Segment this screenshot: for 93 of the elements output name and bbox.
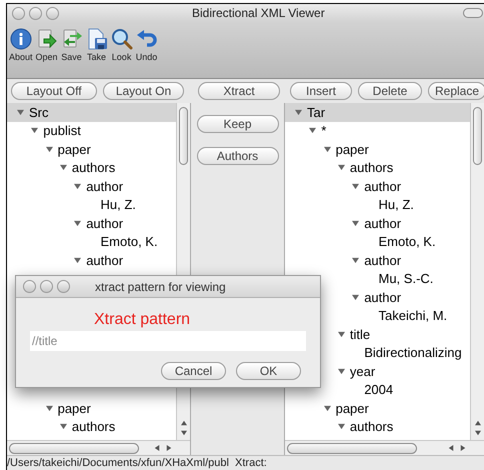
disclosure-triangle-icon[interactable]: [324, 146, 331, 153]
toolbar-button[interactable]: Open: [36, 28, 58, 62]
tree-node-label[interactable]: title: [350, 324, 370, 344]
tree-node-label[interactable]: author: [86, 176, 124, 196]
disclosure-triangle-icon[interactable]: [31, 127, 38, 134]
scroll-right-arrow-icon[interactable]: [460, 445, 466, 451]
disclosure-triangle-icon[interactable]: [295, 108, 302, 116]
disclosure-triangle-icon[interactable]: [309, 127, 316, 134]
scroll-thumb[interactable]: [179, 107, 188, 165]
disclosure-triangle-icon[interactable]: [17, 108, 24, 116]
scroll-left-arrow-icon[interactable]: [154, 445, 160, 451]
tree-node-label[interactable]: author: [364, 288, 402, 307]
tree-node-label[interactable]: Tar: [307, 103, 326, 122]
disclosure-triangle-icon[interactable]: [60, 164, 67, 172]
tree-node-label[interactable]: paper: [336, 398, 369, 418]
scroll-up-arrow-icon[interactable]: [180, 420, 186, 426]
document-arrows-icon: [60, 28, 83, 50]
toolbar-button[interactable]: About: [9, 28, 33, 62]
tree-node-label[interactable]: authors: [350, 158, 394, 178]
disclosure-triangle-icon[interactable]: [352, 220, 360, 227]
horizontal-scrollbar[interactable]: [7, 440, 190, 455]
tree-node-label[interactable]: 2004: [364, 380, 394, 400]
tree-node-label[interactable]: paper: [336, 140, 369, 159]
undo-arrow-icon: [136, 28, 158, 50]
window-title: Bidirectional XML Viewer: [192, 5, 325, 22]
disclosure-triangle-icon[interactable]: [46, 404, 53, 412]
scroll-thumb[interactable]: [473, 107, 482, 165]
disclosure-triangle-icon[interactable]: [74, 220, 82, 227]
scroll-thumb[interactable]: [9, 442, 139, 454]
xtract-button[interactable]: Xtract: [198, 82, 280, 100]
tree-node-label[interactable]: author: [364, 250, 402, 270]
disclosure-triangle-icon[interactable]: [352, 256, 360, 264]
annotation-label: Xtract pattern: [94, 312, 190, 328]
disclosure-triangle-icon[interactable]: [74, 256, 82, 264]
disclosure-triangle-icon[interactable]: [60, 423, 67, 430]
tree-node-label[interactable]: Bidirectionalizing: [364, 343, 462, 362]
disclosure-triangle-icon[interactable]: [352, 294, 360, 301]
status-text: /Users/takeichi/Documents/xfun/XHaXml/publ Xtract:: [7, 458, 267, 468]
disclosure-triangle-icon[interactable]: [338, 164, 345, 172]
tree-node-label[interactable]: author: [86, 250, 124, 270]
tree-node-label[interactable]: Takeichi, M.: [378, 306, 448, 326]
scroll-down-arrow-icon[interactable]: [474, 430, 480, 436]
document-arrow-icon: [36, 28, 58, 50]
tree-node-label[interactable]: Src: [29, 103, 48, 122]
replace-button[interactable]: Replace: [428, 82, 484, 100]
tree-node-label[interactable]: paper: [58, 140, 91, 159]
info-icon: [10, 28, 32, 50]
tree-node-label[interactable]: author: [364, 214, 402, 233]
layout-on-button[interactable]: Layout On: [103, 82, 184, 100]
ok-button[interactable]: OK: [236, 362, 301, 380]
tree-node-label[interactable]: Hu, Z.: [100, 195, 136, 214]
tree-node-label[interactable]: publist: [43, 121, 81, 140]
vertical-scrollbar[interactable]: [470, 103, 484, 440]
tree-node-label[interactable]: paper: [58, 398, 91, 418]
toolbar-button[interactable]: Look: [110, 28, 133, 62]
scroll-left-arrow-icon[interactable]: [448, 445, 454, 451]
tree-node-label[interactable]: authors: [72, 417, 116, 436]
pattern-input-field[interactable]: //title: [30, 331, 306, 351]
disclosure-triangle-icon[interactable]: [46, 146, 53, 153]
disclosure-triangle-icon[interactable]: [338, 330, 345, 338]
floppy-document-icon: [86, 28, 108, 50]
disclosure-triangle-icon[interactable]: [352, 182, 360, 190]
horizontal-scrollbar[interactable]: [285, 440, 484, 455]
scroll-down-arrow-icon[interactable]: [180, 430, 186, 436]
toolbar-button[interactable]: Undo: [136, 28, 158, 62]
disclosure-triangle-icon[interactable]: [324, 404, 331, 412]
tree-node-label[interactable]: year: [350, 362, 376, 381]
magnifier-icon: [110, 28, 133, 50]
tree-node-label[interactable]: authors: [350, 417, 394, 436]
tree-node-label[interactable]: *: [321, 121, 326, 140]
scroll-right-arrow-icon[interactable]: [166, 445, 172, 451]
disclosure-triangle-icon[interactable]: [338, 423, 345, 430]
disclosure-triangle-icon[interactable]: [74, 182, 82, 190]
layout-off-button[interactable]: Layout Off: [11, 82, 97, 100]
tree-node-label[interactable]: Emoto, K.: [378, 232, 436, 252]
tree-node-label[interactable]: author: [364, 176, 402, 196]
tree-node-label[interactable]: authors: [72, 158, 116, 178]
authors-button[interactable]: Authors: [196, 147, 278, 165]
tree-node-label[interactable]: Emoto, K.: [100, 232, 158, 252]
dialog-title: xtract pattern for viewing: [95, 278, 226, 296]
cancel-button[interactable]: Cancel: [161, 362, 226, 380]
disclosure-triangle-icon[interactable]: [338, 368, 345, 375]
toolbar-button[interactable]: Take: [86, 28, 108, 62]
keep-button[interactable]: Keep: [196, 115, 278, 133]
scroll-thumb[interactable]: [287, 442, 417, 454]
toolbar-button[interactable]: Save: [60, 28, 83, 62]
tree-node-label[interactable]: Hu, Z.: [378, 195, 414, 214]
delete-button[interactable]: Delete: [358, 82, 422, 100]
toolbar-toggle-icon[interactable]: [463, 8, 483, 18]
tree-node-label[interactable]: author: [86, 214, 124, 233]
tree-node-label[interactable]: Mu, S.-C.: [378, 269, 434, 288]
scroll-up-arrow-icon[interactable]: [474, 420, 480, 426]
insert-button[interactable]: Insert: [290, 82, 352, 100]
